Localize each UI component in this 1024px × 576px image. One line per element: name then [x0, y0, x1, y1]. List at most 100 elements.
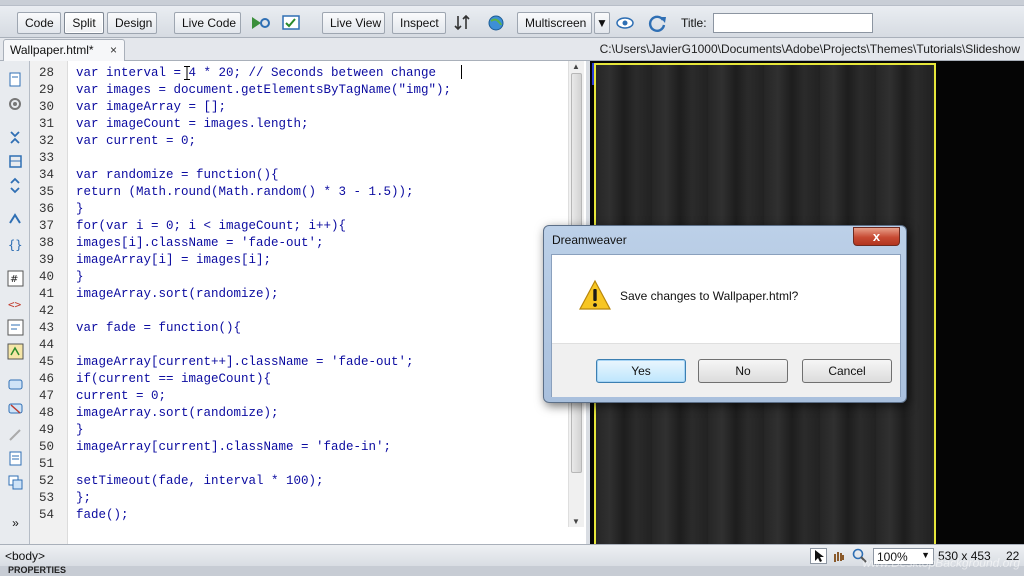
toolbar-overflow-icon[interactable]: »: [7, 516, 24, 533]
no-button[interactable]: No: [698, 359, 788, 383]
svg-text:{}: {}: [8, 238, 22, 252]
multiscreen-dropdown-arrow[interactable]: ▼: [594, 12, 610, 34]
line-number: 33: [38, 151, 54, 165]
code-line[interactable]: 35 return (Math.round(Math.random() * 3 -…: [30, 184, 570, 201]
code-line[interactable]: 40}: [30, 269, 570, 286]
design-view-button[interactable]: Design: [107, 12, 157, 34]
validate-markup-icon[interactable]: [280, 12, 304, 34]
line-number: 40: [38, 270, 54, 284]
word-wrap-icon[interactable]: [7, 319, 24, 336]
code-line[interactable]: 41 imageArray.sort(randomize);: [30, 286, 570, 303]
scroll-up-arrow-icon[interactable]: ▲: [572, 62, 580, 71]
syntax-coloring-icon[interactable]: [7, 343, 24, 360]
coding-toolbar: {} # <> »: [0, 61, 30, 544]
line-number: 52: [38, 474, 54, 488]
watermark: www.DesktopBackground.org: [862, 556, 1020, 570]
expand-all-icon[interactable]: [7, 177, 24, 194]
yes-button[interactable]: Yes: [596, 359, 686, 383]
show-code-navigator-icon[interactable]: [7, 96, 24, 113]
line-number: 43: [38, 321, 54, 335]
line-number: 53: [38, 491, 54, 505]
refresh-icon[interactable]: [646, 12, 670, 34]
split-view-button[interactable]: Split: [64, 12, 104, 34]
code-line[interactable]: 30 var imageArray = [];: [30, 99, 570, 116]
code-line[interactable]: 51: [30, 456, 570, 473]
wrap-tag-icon[interactable]: [7, 426, 24, 443]
multiscreen-button[interactable]: Multiscreen: [517, 12, 592, 34]
line-number: 39: [38, 253, 54, 267]
code-text: for(var i = 0; i < imageCount; i++){: [76, 219, 347, 233]
code-line[interactable]: 31 var imageCount = images.length;: [30, 116, 570, 133]
highlight-invalid-code-icon[interactable]: <>: [7, 295, 24, 312]
line-number: 34: [38, 168, 54, 182]
properties-label: PROPERTIES: [8, 565, 67, 575]
code-line[interactable]: 44: [30, 337, 570, 354]
code-line[interactable]: 38 images[i].className = 'fade-out';: [30, 235, 570, 252]
code-line[interactable]: 32 var current = 0;: [30, 133, 570, 150]
code-line[interactable]: 54 fade();: [30, 507, 570, 524]
close-tab-icon[interactable]: ×: [110, 43, 117, 57]
code-view-button[interactable]: Code: [17, 12, 61, 34]
code-line[interactable]: 28 var interval = 4 * 20; // Seconds betw…: [30, 65, 570, 82]
svg-text:<>: <>: [8, 298, 22, 311]
line-number: 54: [38, 508, 54, 522]
select-tool-arrow-icon[interactable]: [810, 548, 827, 564]
code-line[interactable]: 53};: [30, 490, 570, 507]
balance-braces-icon[interactable]: {}: [7, 236, 24, 253]
code-text: fade();: [76, 508, 129, 522]
document-tab[interactable]: Wallpaper.html* ×: [3, 39, 125, 61]
dialog-message: Save changes to Wallpaper.html?: [620, 289, 799, 303]
code-text: var interval = 4 * 20; // Seconds betwee…: [76, 66, 437, 80]
visual-aids-eye-icon[interactable]: [614, 12, 638, 34]
apply-comment-icon[interactable]: [7, 377, 24, 394]
code-line[interactable]: 34 var randomize = function(){: [30, 167, 570, 184]
code-line[interactable]: 29 var images = document.getElementsByTag…: [30, 82, 570, 99]
toolbar-top-strip: [0, 0, 1024, 6]
code-line[interactable]: 46 if(current == imageCount){: [30, 371, 570, 388]
code-line[interactable]: 33: [30, 150, 570, 167]
line-numbers-icon[interactable]: #: [7, 270, 24, 287]
code-line[interactable]: 48 imageArray.sort(randomize);: [30, 405, 570, 422]
line-number: 29: [38, 83, 54, 97]
code-line[interactable]: 43 var fade = function(){: [30, 320, 570, 337]
live-view-options-icon[interactable]: [452, 12, 476, 34]
code-line[interactable]: 37 for(var i = 0; i < imageCount; i++){: [30, 218, 570, 235]
collapse-full-tag-icon[interactable]: [7, 129, 24, 146]
code-line[interactable]: 39 imageArray[i] = images[i];: [30, 252, 570, 269]
document-tab-bar: Wallpaper.html* × C:\Users\JavierG1000\D…: [0, 38, 1024, 61]
hand-tool-icon[interactable]: [830, 548, 847, 564]
document-title-input[interactable]: [713, 13, 873, 33]
code-text: images[i].className = 'fade-out';: [76, 236, 324, 250]
code-line[interactable]: 47 current = 0;: [30, 388, 570, 405]
tag-selector-body[interactable]: <body>: [5, 549, 45, 563]
close-icon: x: [872, 229, 881, 244]
recent-snippets-icon[interactable]: [7, 450, 24, 467]
remove-comment-icon[interactable]: [7, 401, 24, 418]
select-parent-tag-icon[interactable]: [7, 211, 24, 228]
live-code-button[interactable]: Live Code: [174, 12, 241, 34]
line-number: 47: [38, 389, 54, 403]
line-number: 35: [38, 185, 54, 199]
live-view-button[interactable]: Live View: [322, 12, 385, 34]
line-number: 32: [38, 134, 54, 148]
open-documents-icon[interactable]: [7, 71, 24, 88]
move-css-icon[interactable]: [7, 474, 24, 491]
code-line[interactable]: 42: [30, 303, 570, 320]
dialog-close-button[interactable]: x: [853, 227, 900, 246]
line-number: 42: [38, 304, 54, 318]
code-editor[interactable]: 28 var interval = 4 * 20; // Seconds betw…: [30, 61, 586, 544]
code-line[interactable]: 45 imageArray[current++].className = 'fad…: [30, 354, 570, 371]
line-number: 45: [38, 355, 54, 369]
collapse-selection-icon[interactable]: [7, 153, 24, 170]
cancel-button[interactable]: Cancel: [802, 359, 892, 383]
scroll-down-arrow-icon[interactable]: ▼: [572, 517, 580, 526]
inspect-button[interactable]: Inspect: [392, 12, 446, 34]
code-line[interactable]: 49}: [30, 422, 570, 439]
code-line[interactable]: 50 imageArray[current].className = 'fade-…: [30, 439, 570, 456]
code-text: var current = 0;: [76, 134, 197, 148]
code-line[interactable]: 52 setTimeout(fade, interval * 100);: [30, 473, 570, 490]
code-line[interactable]: 36}: [30, 201, 570, 218]
preview-in-browser-globe-icon[interactable]: [485, 12, 509, 34]
check-browser-compatibility-icon[interactable]: [248, 12, 272, 34]
document-tab-label: Wallpaper.html*: [10, 43, 94, 57]
